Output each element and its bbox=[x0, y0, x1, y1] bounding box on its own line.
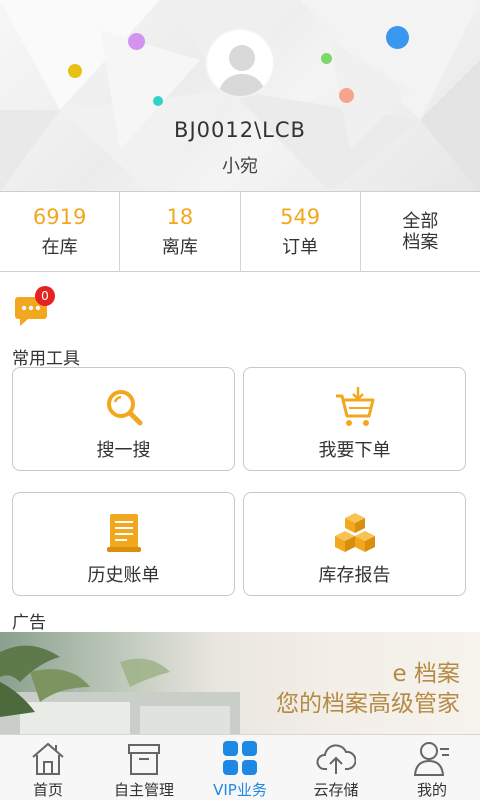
tool-label: 历史账单 bbox=[87, 565, 160, 586]
message-count-badge: 0 bbox=[35, 286, 55, 306]
ad-banner[interactable]: e 档案 您的档案高级管家 bbox=[0, 632, 480, 734]
nav-label: 我的 bbox=[416, 781, 447, 799]
bill-icon bbox=[106, 514, 141, 552]
boxes-icon bbox=[334, 513, 375, 552]
place-order-button[interactable]: 我要下单 bbox=[243, 367, 466, 471]
tool-label: 库存报告 bbox=[318, 565, 391, 586]
nav-item-vip-business[interactable]: VIP业务 bbox=[192, 735, 288, 800]
tools-section-title: 常用工具 bbox=[12, 349, 80, 369]
all-records-line1: 全部 bbox=[402, 210, 439, 232]
stat-orders[interactable]: 549 订单 bbox=[241, 192, 361, 271]
profile-header: BJ0012\LCB 小宛 bbox=[0, 0, 480, 192]
tool-label: 我要下单 bbox=[318, 440, 391, 461]
decor-dot bbox=[321, 53, 332, 64]
nav-label: 自主管理 bbox=[113, 781, 174, 799]
user-id: BJ0012\LCB bbox=[174, 118, 306, 142]
ad-brand: e 档案 bbox=[392, 661, 460, 687]
nav-item-cloud-storage[interactable]: 云存储 bbox=[288, 735, 384, 800]
stats-bar: 6919 在库 18 离库 549 订单 全部 档案 bbox=[0, 192, 480, 272]
stat-value: 6919 bbox=[32, 204, 87, 229]
search-tool-button[interactable]: 搜一搜 bbox=[12, 367, 235, 471]
user-name: 小宛 bbox=[222, 156, 258, 177]
decor-dot bbox=[386, 26, 409, 49]
office-plant-image bbox=[0, 645, 240, 734]
app-screen: BJ0012\LCB 小宛 6919 在库 18 离库 549 订单 全部 档案… bbox=[0, 0, 480, 800]
stat-value: 549 bbox=[280, 204, 321, 229]
nav-item-self-management[interactable]: 自主管理 bbox=[96, 735, 192, 800]
avatar[interactable] bbox=[205, 28, 275, 98]
nav-label: 云存储 bbox=[313, 781, 359, 799]
decor-dot bbox=[339, 88, 354, 103]
ad-slogan: 您的档案高级管家 bbox=[276, 691, 460, 717]
nav-label: VIP业务 bbox=[213, 781, 267, 799]
stat-label: 订单 bbox=[282, 236, 319, 258]
inventory-report-button[interactable]: 库存报告 bbox=[243, 492, 466, 596]
decor-dot bbox=[153, 96, 163, 106]
all-records-line2: 档案 bbox=[402, 231, 439, 253]
tool-label: 搜一搜 bbox=[96, 440, 151, 461]
archive-box-icon bbox=[128, 744, 160, 775]
all-records-button[interactable]: 全部 档案 bbox=[361, 192, 480, 271]
bottom-nav: 首页 自主管理 VIP业务 云存储 我的 bbox=[0, 734, 480, 800]
search-icon bbox=[106, 390, 142, 426]
nav-label: 首页 bbox=[32, 781, 63, 799]
nav-item-home[interactable]: 首页 bbox=[0, 735, 96, 800]
stat-label: 离库 bbox=[161, 236, 198, 258]
user-icon bbox=[413, 742, 449, 776]
ads-section-title: 广告 bbox=[12, 613, 46, 633]
messages-button[interactable]: 0 bbox=[14, 286, 55, 328]
stat-value: 18 bbox=[166, 204, 194, 229]
bill-history-button[interactable]: 历史账单 bbox=[12, 492, 235, 596]
nav-item-mine[interactable]: 我的 bbox=[384, 735, 480, 800]
stat-label: 在库 bbox=[41, 236, 78, 258]
stat-in-stock[interactable]: 6919 在库 bbox=[0, 192, 121, 271]
grid-icon bbox=[223, 741, 257, 775]
cloud-upload-icon bbox=[316, 744, 356, 774]
stat-out-of-stock[interactable]: 18 离库 bbox=[120, 192, 241, 271]
decor-dot bbox=[128, 33, 145, 50]
home-icon bbox=[32, 742, 64, 775]
decor-dot bbox=[68, 64, 82, 78]
cart-icon bbox=[335, 387, 374, 426]
